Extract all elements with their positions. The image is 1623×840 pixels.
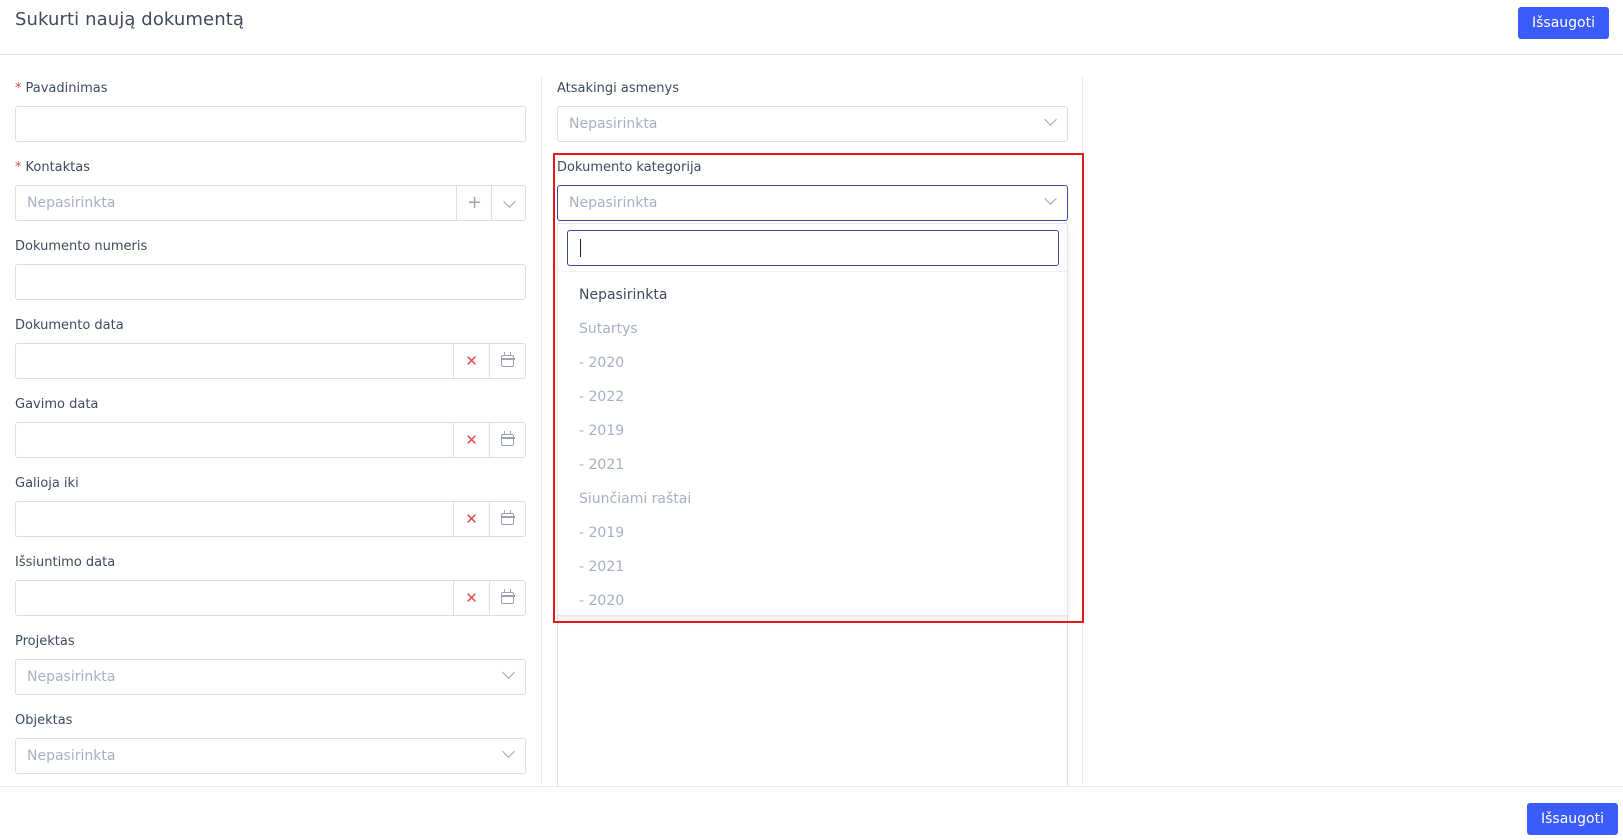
- column-divider: [541, 77, 542, 785]
- clear-date-button[interactable]: ✕: [453, 423, 489, 457]
- plus-icon: +: [466, 192, 483, 213]
- page-title: Sukurti naują dokumentą: [15, 9, 245, 30]
- pavadinimas-label: * Pavadinimas: [15, 81, 108, 96]
- kontaktas-label: * Kontaktas: [15, 160, 90, 175]
- dokumento-data-label: Dokumento data: [15, 318, 124, 333]
- chevron-down-icon: [502, 745, 515, 758]
- footer-divider: [0, 786, 1623, 787]
- issiuntimo-data-label: Išsiuntimo data: [15, 555, 116, 570]
- chevron-down-icon: [1044, 113, 1057, 126]
- gavimo-data-input[interactable]: ✕: [15, 422, 526, 458]
- objektas-select[interactable]: Nepasirinkta: [15, 738, 526, 774]
- pavadinimas-input[interactable]: [15, 106, 526, 142]
- calendar-icon: [500, 589, 515, 604]
- kategorija-area-below: [557, 615, 1068, 786]
- add-contact-button[interactable]: +: [456, 186, 492, 220]
- objektas-placeholder: Nepasirinkta: [27, 748, 116, 764]
- chevron-down-icon: [502, 666, 515, 679]
- projektas-placeholder: Nepasirinkta: [27, 669, 116, 685]
- required-marker: *: [15, 81, 22, 96]
- highlight-box: [553, 153, 1084, 623]
- kontaktas-placeholder: Nepasirinkta: [27, 195, 116, 211]
- atsakingi-asmenys-label: Atsakingi asmenys: [557, 81, 679, 96]
- close-icon: ✕: [465, 588, 478, 607]
- calendar-icon: [500, 510, 515, 525]
- save-button-top[interactable]: Išsaugoti: [1518, 7, 1609, 39]
- close-icon: ✕: [465, 509, 478, 528]
- kontaktas-select[interactable]: Nepasirinkta +: [15, 185, 526, 221]
- close-icon: ✕: [465, 351, 478, 370]
- calendar-button[interactable]: [489, 423, 525, 457]
- clear-date-button[interactable]: ✕: [453, 344, 489, 378]
- calendar-icon: [500, 352, 515, 367]
- save-button-bottom[interactable]: Išsaugoti: [1527, 803, 1618, 835]
- gavimo-data-label: Gavimo data: [15, 397, 99, 412]
- atsakingi-placeholder: Nepasirinkta: [569, 116, 658, 132]
- clear-date-button[interactable]: ✕: [453, 502, 489, 536]
- page-header: Sukurti naują dokumentą Išsaugoti: [0, 0, 1623, 55]
- calendar-button[interactable]: [489, 502, 525, 536]
- calendar-icon: [500, 431, 515, 446]
- clear-date-button[interactable]: ✕: [453, 581, 489, 615]
- objektas-label: Objektas: [15, 713, 73, 728]
- calendar-button[interactable]: [489, 344, 525, 378]
- close-icon: ✕: [465, 430, 478, 449]
- required-marker: *: [15, 160, 22, 175]
- chevron-down-icon: [503, 194, 516, 208]
- issiuntimo-data-input[interactable]: ✕: [15, 580, 526, 616]
- galioja-iki-input[interactable]: ✕: [15, 501, 526, 537]
- projektas-select[interactable]: Nepasirinkta: [15, 659, 526, 695]
- atsakingi-asmenys-select[interactable]: Nepasirinkta: [557, 106, 1068, 142]
- galioja-iki-label: Galioja iki: [15, 476, 79, 491]
- calendar-button[interactable]: [489, 581, 525, 615]
- dokumento-numeris-label: Dokumento numeris: [15, 239, 148, 254]
- dokumento-numeris-input[interactable]: [15, 264, 526, 300]
- dokumento-data-input[interactable]: ✕: [15, 343, 526, 379]
- projektas-label: Projektas: [15, 634, 75, 649]
- kontaktas-dropdown-toggle[interactable]: [491, 186, 527, 220]
